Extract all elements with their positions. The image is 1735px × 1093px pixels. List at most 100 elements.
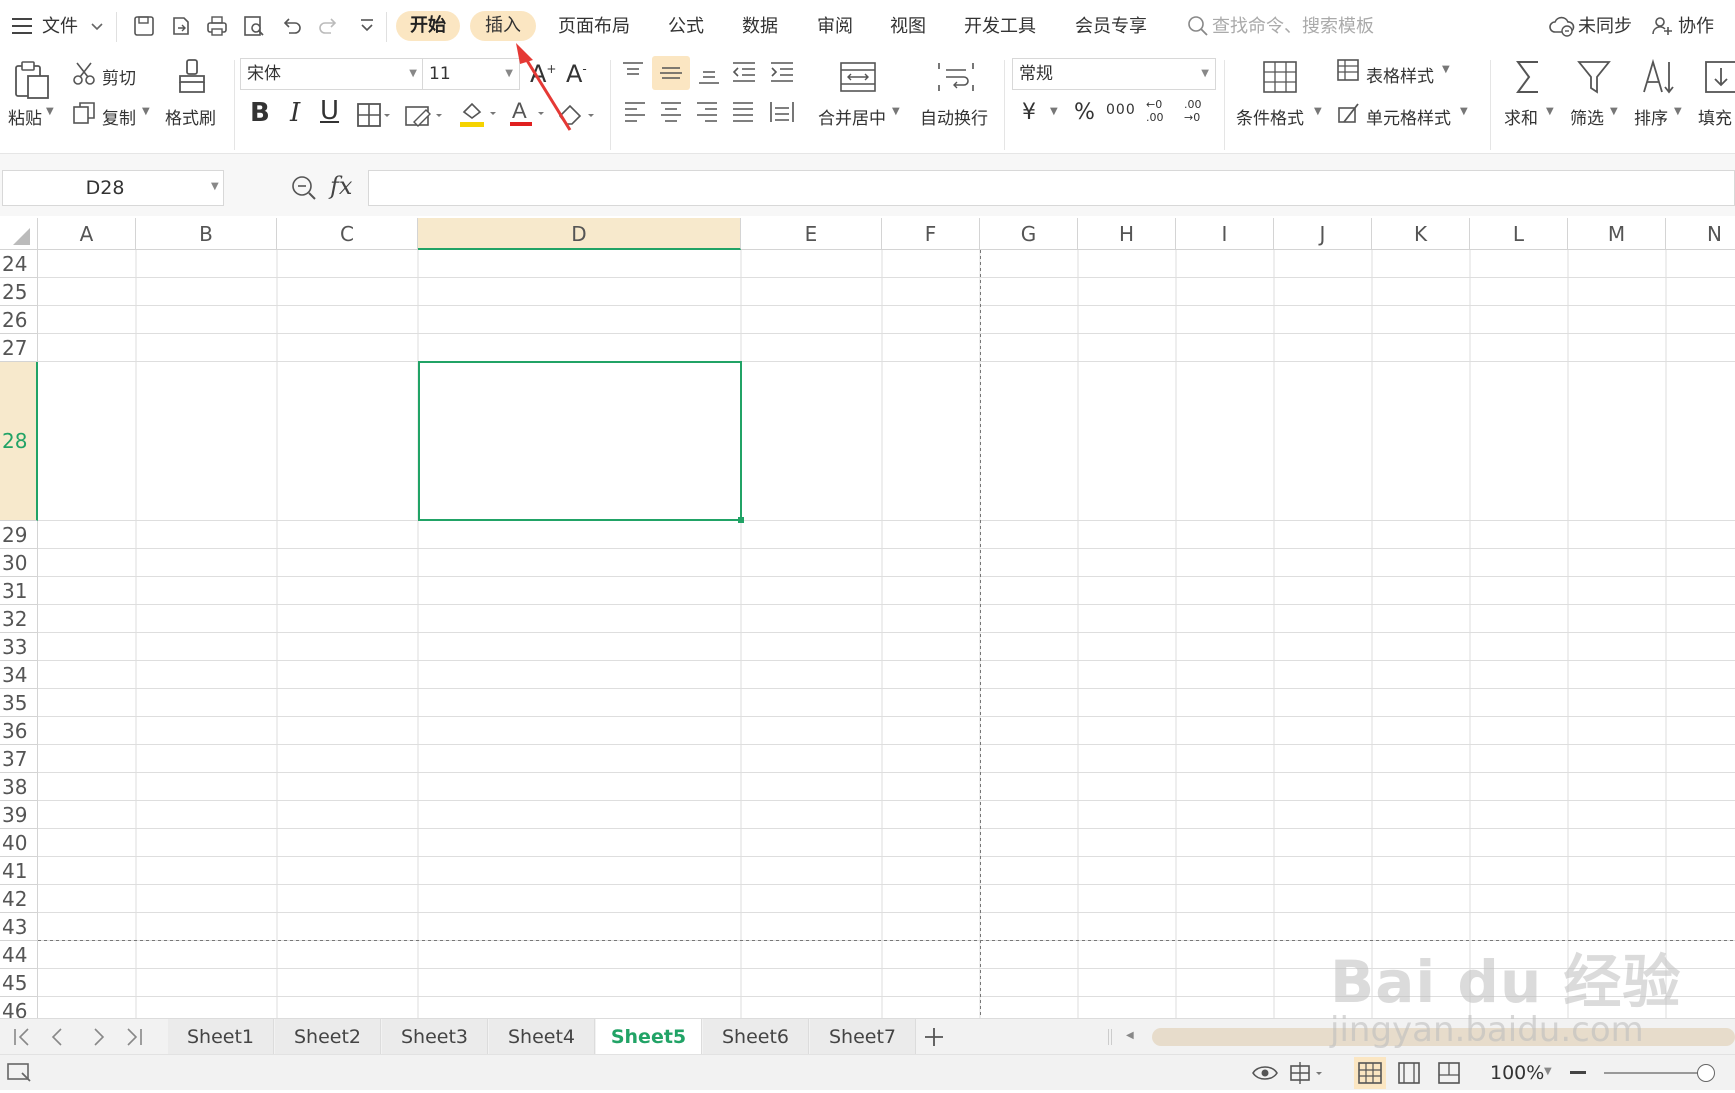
formula-input[interactable] [368, 170, 1735, 206]
fill-handle[interactable] [738, 517, 744, 523]
export-icon[interactable] [168, 14, 192, 42]
sum-button[interactable]: 求和 [1504, 104, 1538, 129]
search-input[interactable]: 查找命令、搜索模板 [1212, 13, 1374, 41]
sync-status[interactable]: 未同步 [1578, 13, 1632, 41]
align-left-icon[interactable] [622, 100, 648, 128]
column-header-b[interactable]: B [136, 218, 277, 250]
select-all-corner[interactable] [0, 218, 38, 250]
row-header-37[interactable]: 37 [0, 745, 38, 773]
sort-dropdown-icon[interactable]: ▼ [1674, 106, 1682, 117]
sheet-tab-sheet6[interactable]: Sheet6 [703, 1019, 809, 1055]
active-cell-d28[interactable] [418, 361, 742, 521]
format-painter-icon[interactable] [176, 58, 210, 102]
column-header-k[interactable]: K [1372, 218, 1470, 250]
row-header-29[interactable]: 29 [0, 521, 38, 549]
row-header-25[interactable]: 25 [0, 278, 38, 306]
align-top-icon[interactable] [620, 60, 646, 88]
tab-formulas[interactable]: 公式 [668, 13, 704, 41]
column-header-f[interactable]: F [882, 218, 980, 250]
column-header-c[interactable]: C [277, 218, 418, 250]
font-name-select[interactable]: 宋体 ▼ [240, 58, 424, 90]
align-bottom-icon[interactable] [696, 62, 722, 90]
cell-style-button[interactable]: 单元格样式 [1366, 104, 1451, 129]
conditional-format-dropdown-icon[interactable]: ▼ [1314, 106, 1322, 117]
merge-center-button[interactable]: 合并居中 [818, 104, 886, 129]
row-header-33[interactable]: 33 [0, 633, 38, 661]
tab-home[interactable]: 开始 [396, 11, 460, 41]
zoom-level[interactable]: 100% [1490, 1062, 1544, 1084]
decrease-indent-icon[interactable] [730, 60, 758, 88]
increase-decimal-button[interactable]: ←0 .00 [1146, 98, 1176, 124]
file-menu[interactable]: 文件 [42, 13, 78, 41]
cell-style-dropdown-icon[interactable]: ▼ [1460, 106, 1468, 117]
table-style-icon[interactable] [1336, 58, 1362, 88]
bold-icon[interactable]: B [250, 98, 270, 128]
next-sheet-icon[interactable] [88, 1027, 108, 1051]
sort-icon[interactable] [1640, 58, 1676, 100]
tab-view[interactable]: 视图 [890, 13, 926, 41]
row-header-42[interactable]: 42 [0, 885, 38, 913]
collaborate-button[interactable]: 协作 [1678, 13, 1714, 41]
undo-icon[interactable] [280, 14, 304, 42]
thousands-separator-button[interactable]: 000 [1106, 102, 1136, 118]
sheet-tab-sheet4[interactable]: Sheet4 [489, 1019, 595, 1055]
tab-insert[interactable]: 插入 [470, 11, 536, 41]
conditional-format-icon[interactable] [1262, 60, 1298, 98]
horizontal-scrollbar[interactable] [1152, 1028, 1735, 1046]
column-header-i[interactable]: I [1176, 218, 1274, 250]
column-header-l[interactable]: L [1470, 218, 1568, 250]
font-size-select[interactable]: 11 ▼ [422, 58, 520, 90]
paste-button[interactable]: 粘贴 [8, 104, 42, 129]
save-icon[interactable] [132, 14, 156, 42]
conditional-format-button[interactable]: 条件格式 [1236, 104, 1304, 129]
zoom-formula-icon[interactable] [290, 174, 318, 206]
clear-format-icon[interactable] [556, 100, 596, 132]
filter-dropdown-icon[interactable]: ▼ [1610, 106, 1618, 117]
percent-button[interactable]: % [1074, 100, 1095, 125]
column-header-h[interactable]: H [1078, 218, 1176, 250]
normal-view-icon[interactable] [1354, 1057, 1386, 1089]
underline-icon[interactable]: U [320, 96, 339, 126]
sheet-tab-sheet7[interactable]: Sheet7 [810, 1019, 916, 1055]
first-sheet-icon[interactable] [12, 1027, 32, 1051]
scissors-icon[interactable] [72, 60, 98, 90]
row-header-46[interactable]: 46 [0, 997, 38, 1018]
align-middle-icon[interactable] [652, 56, 690, 90]
column-header-m[interactable]: M [1568, 218, 1666, 250]
column-header-a[interactable]: A [38, 218, 136, 250]
hamburger-menu-icon[interactable] [12, 16, 34, 36]
number-format-select[interactable]: 常规 ▼ [1012, 58, 1216, 90]
row-header-32[interactable]: 32 [0, 605, 38, 633]
filter-button[interactable]: 筛选 [1570, 104, 1604, 129]
page-layout-view-icon[interactable] [1396, 1061, 1422, 1089]
row-header-30[interactable]: 30 [0, 549, 38, 577]
zoom-out-icon[interactable] [1570, 1071, 1586, 1074]
column-header-j[interactable]: J [1274, 218, 1372, 250]
column-header-n[interactable]: N [1666, 218, 1735, 250]
cut-button[interactable]: 剪切 [102, 64, 136, 89]
format-painter-button[interactable]: 格式刷 [165, 104, 216, 129]
paste-dropdown-icon[interactable]: ▼ [46, 106, 54, 117]
align-center-icon[interactable] [658, 100, 684, 128]
increase-indent-icon[interactable] [768, 60, 796, 88]
cell-fill-style-icon[interactable] [404, 102, 444, 132]
row-header-34[interactable]: 34 [0, 661, 38, 689]
font-color-icon[interactable]: A [508, 98, 548, 132]
collaborate-icon[interactable] [1650, 14, 1674, 42]
align-right-icon[interactable] [694, 100, 720, 128]
customize-toolbar-icon[interactable] [358, 16, 376, 40]
cloud-sync-icon[interactable] [1548, 14, 1576, 42]
copy-icon[interactable] [72, 100, 98, 130]
macro-record-icon[interactable] [6, 1061, 34, 1089]
wrap-text-button[interactable]: 自动换行 [920, 104, 988, 129]
currency-button[interactable]: ¥ [1022, 100, 1036, 125]
eye-protection-icon[interactable] [1250, 1061, 1280, 1089]
row-header-24[interactable]: 24 [0, 250, 38, 278]
center-view-icon[interactable] [1288, 1061, 1328, 1089]
print-icon[interactable] [205, 14, 229, 42]
spreadsheet-grid[interactable]: ABCDEFGHIJKLMN 24 25 26 27 28 29 30 31 32 33 34 35 3… [0, 218, 1735, 1018]
table-style-button[interactable]: 表格样式 [1366, 62, 1434, 87]
insert-function-button[interactable]: fx [330, 172, 352, 200]
chevron-down-icon[interactable] [90, 18, 104, 37]
paste-icon[interactable] [12, 60, 52, 104]
